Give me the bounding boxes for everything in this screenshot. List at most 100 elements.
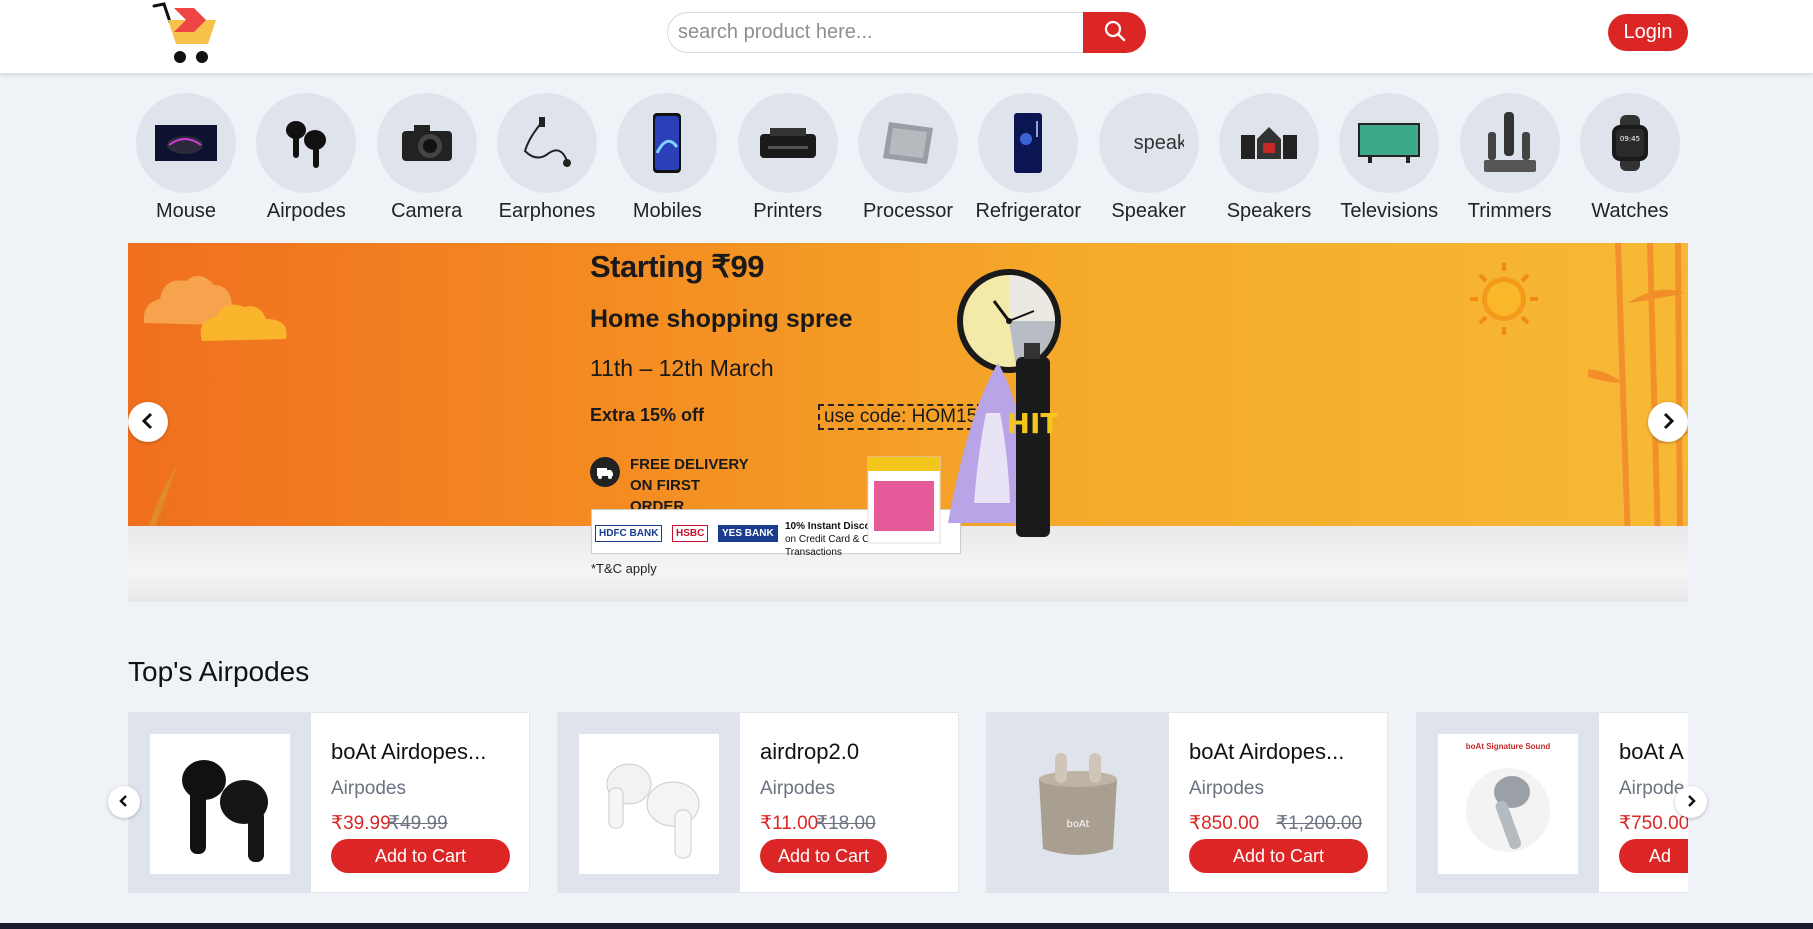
- promo-banner[interactable]: Starting ₹99 Home shopping spree 11th – …: [128, 243, 1688, 602]
- product-card[interactable]: boAt Signature Sound boAt A Airpode ₹750…: [1416, 712, 1688, 893]
- product-brand-text: boAt Signature Sound: [1465, 741, 1551, 751]
- chevron-left-icon: [140, 412, 156, 433]
- airpodes-image: [256, 93, 357, 193]
- logo[interactable]: [150, 0, 220, 66]
- product-name[interactable]: boAt Airdopes...: [331, 739, 486, 765]
- section-title: Top's Airpodes: [128, 656, 310, 687]
- svg-text:boAt: boAt: [1066, 819, 1089, 830]
- category-mobiles[interactable]: Mobiles: [609, 93, 725, 223]
- mouse-image: [136, 93, 236, 193]
- bamboo-decoration: [1588, 243, 1688, 543]
- product-info: boAt Airdopes... Airpodes ₹39.99 ₹49.99 …: [311, 713, 529, 892]
- category-label: Camera: [391, 200, 463, 222]
- product-name[interactable]: boAt Airdopes...: [1189, 739, 1344, 765]
- add-to-cart-button[interactable]: Add to Cart: [331, 839, 510, 873]
- chevron-left-icon: [118, 794, 130, 811]
- category-watches[interactable]: 09:45 Watches: [1572, 93, 1688, 223]
- banner-dates: 11th – 12th March: [590, 355, 774, 381]
- product-image-frame: boAt Signature Sound: [1417, 713, 1599, 893]
- header: Login: [0, 0, 1813, 73]
- product-name[interactable]: airdrop2.0: [760, 739, 859, 765]
- search-input[interactable]: [667, 12, 1085, 53]
- product-old-price: ₹49.99: [388, 813, 448, 834]
- chevron-right-icon: [1660, 412, 1676, 433]
- category-speakers[interactable]: Speakers: [1211, 93, 1327, 223]
- category-label: Earphones: [498, 200, 596, 222]
- product-old-price: ₹1,200.00: [1276, 813, 1363, 834]
- chevron-right-icon: [1685, 794, 1697, 811]
- banner-tc-note: *T&C apply: [591, 561, 657, 576]
- category-speaker[interactable]: ▫ speake Speaker: [1091, 93, 1207, 223]
- category-label: Airpodes: [266, 200, 346, 222]
- add-to-cart-button[interactable]: Ad: [1619, 839, 1688, 873]
- banner-delivery-text: FREE DELIVERY ON FIRST ORDER: [630, 454, 750, 517]
- category-label: Printers: [753, 200, 823, 222]
- product-price: ₹39.99: [331, 813, 391, 834]
- earphones-image: [496, 93, 597, 193]
- product-info: boAt Airdopes... Airpodes ₹850.00 ₹1,200…: [1169, 713, 1387, 892]
- trimmer-image: [1459, 93, 1560, 193]
- category-printers[interactable]: Printers: [730, 93, 846, 223]
- search-button[interactable]: [1083, 12, 1146, 53]
- category-label: Processor: [862, 200, 953, 222]
- product-name[interactable]: boAt A: [1619, 739, 1684, 765]
- product-image: boAt: [987, 713, 1169, 893]
- product-card[interactable]: boAt boAt Airdopes... Airpodes ₹850.00 ₹…: [986, 712, 1388, 893]
- broken-image: ▫ speake: [1098, 93, 1199, 193]
- category-trimmers[interactable]: Trimmers: [1452, 93, 1568, 223]
- yes-bank-logo: YES BANK: [718, 525, 778, 542]
- cloud-decoration: [143, 275, 287, 341]
- search-icon: [1104, 20, 1126, 45]
- category-label: Watches: [1591, 200, 1669, 222]
- svg-text:09:45: 09:45: [1620, 135, 1640, 143]
- product-image-frame: [558, 713, 740, 893]
- products-prev-button[interactable]: [108, 786, 140, 818]
- category-televisions[interactable]: Televisions: [1331, 93, 1447, 223]
- product-price: ₹11.00: [760, 813, 819, 834]
- add-to-cart-button[interactable]: Add to Cart: [760, 839, 887, 873]
- category-earphones[interactable]: Earphones: [489, 93, 605, 223]
- product-category: Airpodes: [760, 778, 835, 799]
- products-next-button[interactable]: [1675, 786, 1707, 818]
- banner-next-button[interactable]: [1648, 402, 1688, 442]
- category-label: Mobiles: [632, 200, 702, 222]
- category-processor[interactable]: Processor: [850, 93, 966, 223]
- hsbc-bank-logo: HSBC: [672, 525, 709, 542]
- category-label: Speakers: [1226, 200, 1312, 222]
- sun-decoration: [1470, 263, 1538, 335]
- category-label: Speaker: [1111, 200, 1186, 222]
- category-airpodes[interactable]: Airpodes: [248, 93, 364, 223]
- product-category: Airpodes: [1189, 778, 1264, 799]
- odonil-box-image: [867, 456, 941, 544]
- banner-prev-button[interactable]: [128, 402, 168, 442]
- product-image: [579, 733, 719, 874]
- product-row: boAt Airdopes... Airpodes ₹39.99 ₹49.99 …: [128, 712, 1688, 893]
- product-old-price: ₹18.00: [816, 813, 876, 834]
- delivery-line-1: FREE DELIVERY: [630, 456, 749, 473]
- category-label: Refrigerator: [975, 200, 1082, 222]
- category-label: Mouse: [155, 200, 217, 222]
- category-refrigerator[interactable]: Refrigerator: [970, 93, 1086, 223]
- category-strip: Mouse Airpodes Camera Earphones Mobiles …: [128, 93, 1688, 223]
- processor-image: [857, 93, 958, 193]
- television-image: [1339, 93, 1440, 193]
- speakers-image: [1218, 93, 1319, 193]
- product-card[interactable]: airdrop2.0 Airpodes ₹11.00 ₹18.00 Add to…: [557, 712, 959, 893]
- category-mouse[interactable]: Mouse: [128, 93, 244, 223]
- broken-image-alt: ▫ speake: [1133, 131, 1184, 154]
- add-to-cart-button[interactable]: Add to Cart: [1189, 839, 1368, 873]
- login-button[interactable]: Login: [1608, 14, 1688, 51]
- product-info: airdrop2.0 Airpodes ₹11.00 ₹18.00 Add to…: [740, 713, 958, 892]
- product-image: boAt Signature Sound: [1438, 733, 1578, 874]
- printer-image: [737, 93, 838, 193]
- product-image-frame: [129, 713, 311, 893]
- search-bar: [667, 12, 1146, 53]
- product-price: ₹750.00: [1619, 813, 1688, 834]
- watch-image: 09:45: [1579, 93, 1680, 193]
- category-camera[interactable]: Camera: [369, 93, 485, 223]
- banner-extra-offer: Extra 15% off: [590, 405, 705, 425]
- delivery-truck-icon: [590, 457, 620, 487]
- product-image: [150, 733, 290, 874]
- product-price: ₹850.00: [1189, 813, 1260, 834]
- product-card[interactable]: boAt Airdopes... Airpodes ₹39.99 ₹49.99 …: [128, 712, 530, 893]
